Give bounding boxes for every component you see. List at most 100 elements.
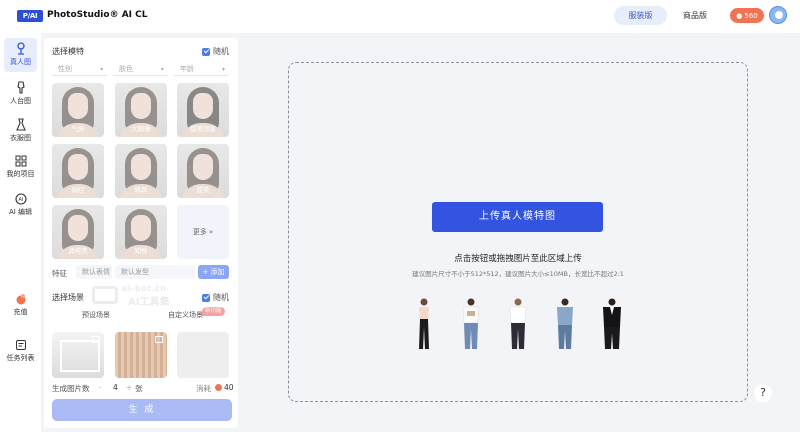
model-name: 甜美 bbox=[196, 186, 210, 194]
model-card[interactable]: 甜美邻家 bbox=[177, 83, 229, 137]
model-name: 知性 bbox=[134, 247, 148, 255]
model-name: 气质 bbox=[71, 125, 85, 133]
cost-value: 40 bbox=[224, 383, 234, 392]
coin-balance: 560 bbox=[744, 11, 758, 20]
sample-image bbox=[545, 295, 585, 351]
help-button[interactable]: ? bbox=[754, 384, 772, 402]
nav-item-projects[interactable]: 我的项目 bbox=[0, 155, 41, 179]
more-models-button[interactable]: 更多 » bbox=[177, 205, 229, 259]
model-name: 网红 bbox=[71, 186, 85, 194]
new-feature-badge: 新功能 bbox=[202, 307, 225, 316]
chevron-down-icon: ▾ bbox=[99, 66, 103, 73]
dress-icon bbox=[15, 118, 26, 131]
coin-balance-badge[interactable]: ● 560 bbox=[730, 8, 764, 23]
random-model-label: 随机 bbox=[213, 47, 229, 56]
chevron-down-icon: ▾ bbox=[221, 66, 225, 73]
watermark-text: AI工具集 bbox=[128, 297, 170, 308]
model-name: 清纯美 bbox=[68, 247, 88, 255]
random-scene-checkbox[interactable]: 随机 bbox=[202, 292, 229, 303]
upload-dropzone[interactable] bbox=[288, 62, 748, 402]
select-icon bbox=[92, 336, 100, 343]
tab-preset-scene[interactable]: 预设场景 bbox=[82, 310, 110, 320]
sample-image bbox=[592, 295, 632, 351]
coin-icon bbox=[215, 384, 222, 391]
left-nav: 真人图 人台图 衣服图 我的项目 AI AI 编辑 充值 任务列表 bbox=[0, 33, 41, 432]
model-card[interactable]: 甜美 bbox=[177, 144, 229, 198]
nav-label-ai-edit: AI 编辑 bbox=[8, 208, 33, 216]
scene-section-title: 选择场景 bbox=[52, 293, 84, 302]
model-name: 甜美邻家 bbox=[190, 125, 216, 133]
random-scene-label: 随机 bbox=[213, 293, 229, 302]
expression-input[interactable]: 默认表情 bbox=[76, 265, 112, 279]
image-count-label: 生成图片数 bbox=[52, 384, 90, 393]
nav-item-recharge[interactable]: 充值 bbox=[0, 293, 41, 317]
tab-custom-scene[interactable]: 自定义场景 bbox=[168, 310, 203, 320]
skin-select[interactable]: 肤色 ▾ bbox=[113, 64, 168, 76]
nav-item-dress[interactable]: 衣服图 bbox=[0, 118, 41, 143]
app-title: PhotoStudio® AI CL bbox=[47, 10, 148, 20]
nav-label-model: 真人图 bbox=[10, 58, 31, 66]
nav-label-tasks: 任务列表 bbox=[6, 354, 35, 362]
count-increment-button[interactable]: + bbox=[126, 383, 132, 392]
feature-label: 特征 bbox=[52, 269, 67, 278]
gender-select-value: 性别 bbox=[58, 65, 72, 73]
sample-image bbox=[498, 295, 538, 351]
age-select-value: 年龄 bbox=[180, 65, 194, 73]
nav-label-recharge: 充值 bbox=[13, 308, 28, 316]
model-name: 大眼珠 bbox=[131, 125, 151, 133]
tab-clothing[interactable]: 服装版 bbox=[614, 6, 667, 25]
model-card[interactable]: 清纯美 bbox=[52, 205, 104, 259]
gender-select[interactable]: 性别 ▾ bbox=[52, 64, 107, 76]
model-name: 韩风 bbox=[134, 186, 148, 194]
nav-item-tasks[interactable]: 任务列表 bbox=[0, 339, 41, 363]
grid-icon bbox=[15, 155, 26, 167]
nav-item-ai-edit[interactable]: AI AI 编辑 bbox=[0, 193, 41, 217]
upload-hint: 点击按钮或拖拽图片至此区域上传 bbox=[454, 254, 582, 264]
tab-product[interactable]: 商品版 bbox=[670, 6, 720, 25]
scene-card[interactable] bbox=[177, 332, 229, 378]
model-section-title: 选择模特 bbox=[52, 47, 84, 56]
model-card[interactable]: 韩风 bbox=[115, 144, 167, 198]
more-label: 更多 bbox=[192, 228, 207, 236]
model-icon bbox=[16, 42, 25, 55]
watermark-url: ai-bot.cn bbox=[122, 284, 167, 293]
watermark: ai-bot.cn AI工具集 bbox=[92, 284, 204, 308]
age-select[interactable]: 年龄 ▾ bbox=[174, 64, 229, 76]
nav-item-mannequin[interactable]: 人台图 bbox=[0, 81, 41, 106]
model-card[interactable]: 大眼珠 bbox=[115, 83, 167, 137]
count-decrement-button[interactable]: - bbox=[99, 383, 102, 392]
select-icon bbox=[155, 336, 163, 343]
random-model-checkbox[interactable]: 随机 bbox=[202, 46, 229, 57]
nav-item-model[interactable]: 真人图 bbox=[0, 38, 41, 72]
coin-icon bbox=[16, 294, 25, 305]
skin-select-value: 肤色 bbox=[119, 65, 133, 73]
generate-button[interactable]: 生 成 bbox=[52, 399, 232, 421]
model-card[interactable]: 气质 bbox=[52, 83, 104, 137]
top-header: P/AI PhotoStudio® AI CL 服装版 商品版 ● 560 bbox=[0, 0, 800, 33]
app-logo: P/AI bbox=[17, 10, 43, 22]
watermark-logo-icon bbox=[92, 286, 118, 304]
checkbox-checked-icon bbox=[202, 47, 210, 56]
coin-icon: ● bbox=[736, 11, 743, 20]
upload-model-button[interactable]: 上传真人模特图 bbox=[432, 202, 603, 232]
count-unit: 张 bbox=[135, 384, 143, 393]
upload-requirements: 建议图片尺寸不小于512*512，建议图片大小≤10MB，长宽比不超过2:1 bbox=[412, 270, 624, 278]
model-card[interactable]: 知性 bbox=[115, 205, 167, 259]
chevron-down-icon: ▾ bbox=[160, 66, 164, 73]
scene-card[interactable] bbox=[52, 332, 104, 378]
cost-label: 消耗 bbox=[196, 384, 211, 393]
double-chevron-right-icon: » bbox=[208, 228, 214, 236]
user-avatar[interactable] bbox=[769, 6, 787, 24]
ai-icon: AI bbox=[14, 193, 27, 205]
hairstyle-input[interactable]: 默认发型 bbox=[115, 265, 195, 279]
mode-tabs: 服装版 商品版 bbox=[612, 6, 720, 26]
scene-card[interactable] bbox=[115, 332, 167, 378]
svg-text:AI: AI bbox=[18, 197, 23, 203]
image-count-value[interactable]: 4 bbox=[113, 383, 118, 392]
nav-label-dress: 衣服图 bbox=[10, 134, 31, 142]
model-card[interactable]: 网红 bbox=[52, 144, 104, 198]
add-feature-button[interactable]: + 添加 bbox=[198, 265, 229, 279]
task-icon bbox=[15, 340, 26, 350]
mannequin-icon bbox=[16, 81, 25, 94]
sample-image bbox=[451, 295, 491, 351]
